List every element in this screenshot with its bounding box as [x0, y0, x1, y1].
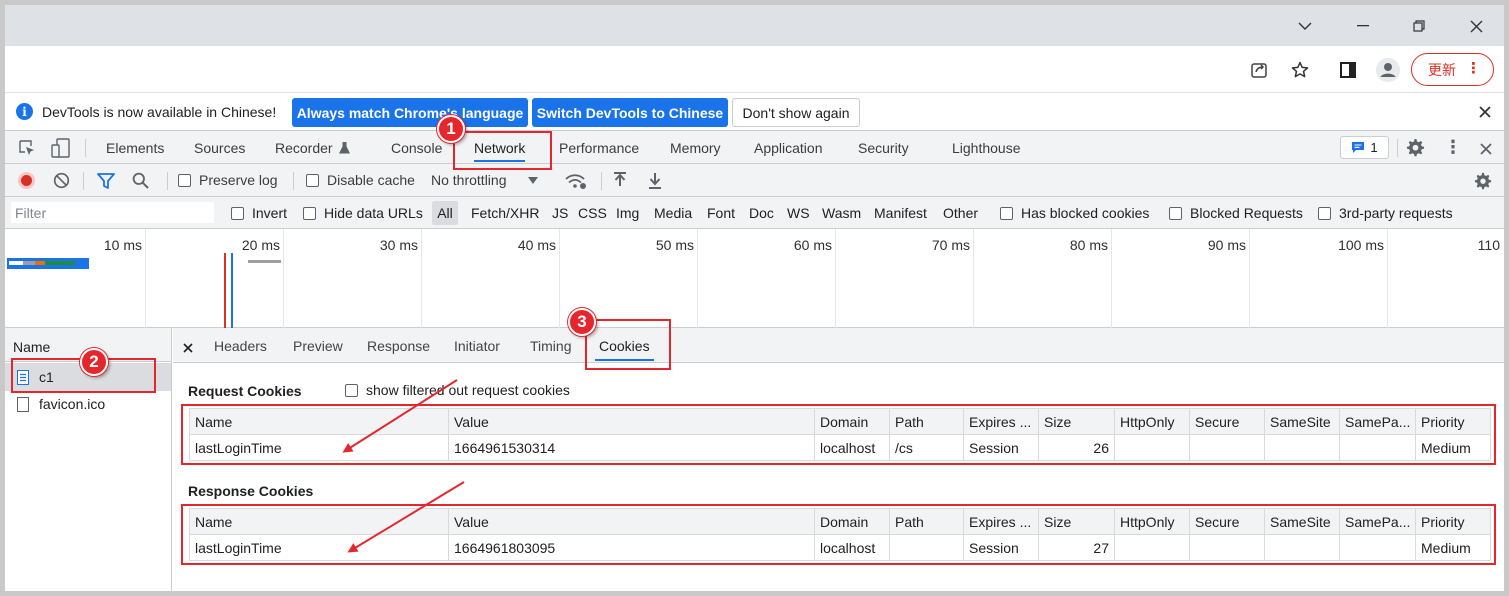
annotation-arrow: [342, 379, 458, 453]
annotation-arrow: [347, 481, 465, 553]
annotation-badge-1: 1: [437, 115, 465, 143]
annotation-badge-3: 3: [568, 308, 596, 336]
annotation-arrows: [342, 379, 465, 553]
annotation-badge-2: 2: [80, 348, 108, 376]
browser-window: 更新 ⋮ i DevTools is now available in Chin…: [5, 5, 1504, 591]
